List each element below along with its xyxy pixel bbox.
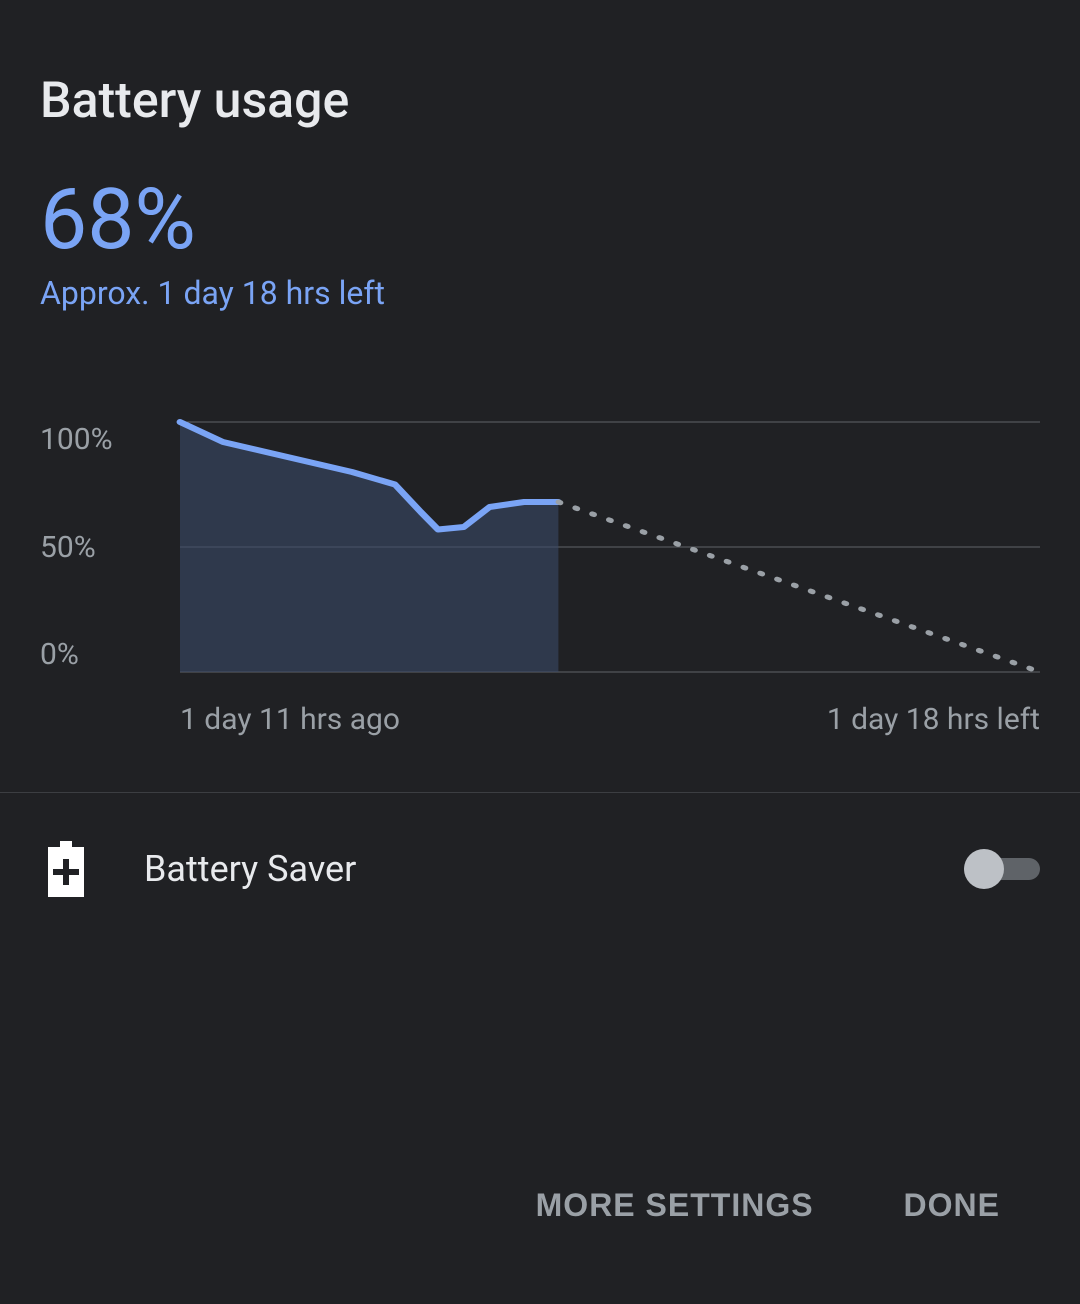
y-tick-label: 100% xyxy=(40,422,113,457)
battery-saver-label: Battery Saver xyxy=(144,848,904,890)
battery-chart-svg xyxy=(180,422,1040,672)
battery-chart: 100% 50% 0% 1 day 11 hrs ago 1 day 18 hr… xyxy=(0,352,1080,792)
time-remaining: Approx. 1 day 18 hrs left xyxy=(40,274,1040,312)
x-axis-labels: 1 day 11 hrs ago 1 day 18 hrs left xyxy=(180,702,1040,737)
x-label-start: 1 day 11 hrs ago xyxy=(180,702,400,737)
x-label-end: 1 day 18 hrs left xyxy=(827,702,1040,737)
y-tick-label: 0% xyxy=(40,637,113,672)
done-button[interactable]: DONE xyxy=(904,1187,1000,1224)
y-axis-labels: 100% 50% 0% xyxy=(40,422,113,672)
page-title: Battery usage xyxy=(40,72,1040,130)
y-tick-label: 50% xyxy=(40,530,113,565)
battery-saver-row[interactable]: Battery Saver xyxy=(0,793,1080,945)
battery-saver-toggle[interactable] xyxy=(964,849,1040,889)
more-settings-button[interactable]: MORE SETTINGS xyxy=(536,1187,814,1224)
battery-plus-icon xyxy=(48,841,84,897)
battery-percentage: 68% xyxy=(40,178,1040,262)
